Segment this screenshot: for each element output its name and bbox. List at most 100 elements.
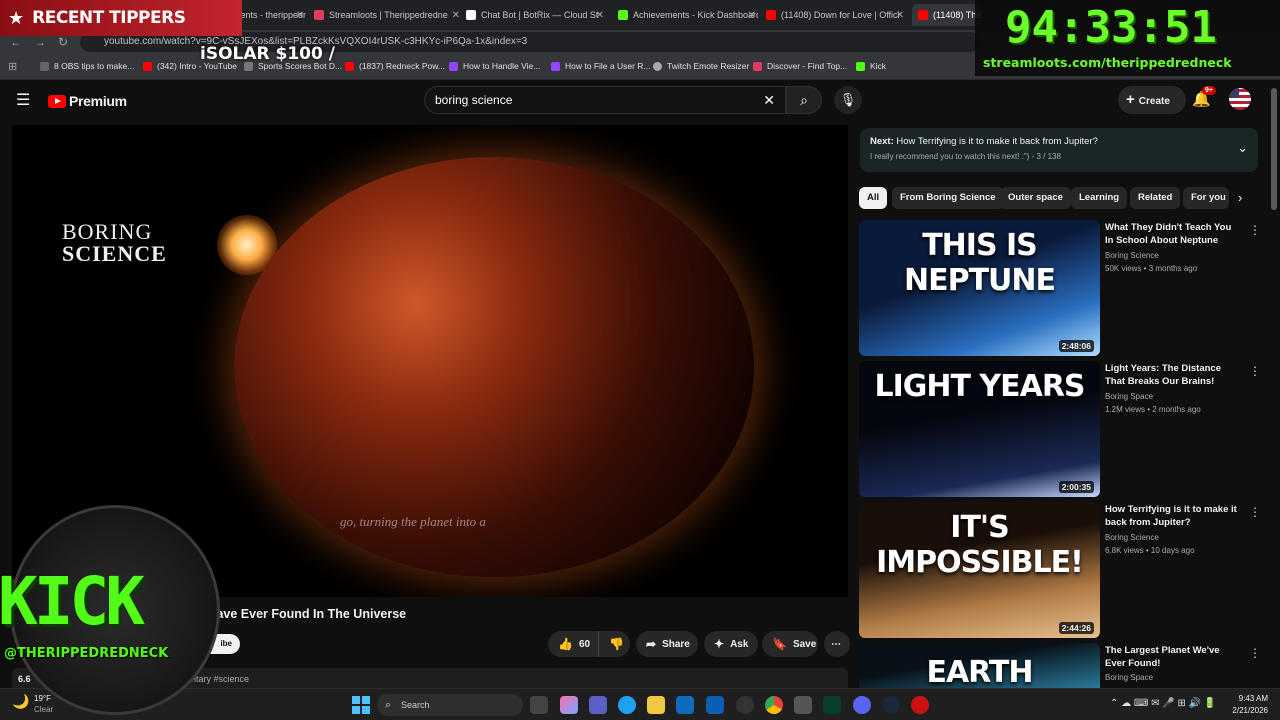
tab-streamloots[interactable]: Streamloots | Therippedredne ✕ xyxy=(314,4,462,26)
twitch-favicon xyxy=(551,61,560,71)
stream-deck-icon[interactable] xyxy=(823,696,841,714)
discord-icon[interactable] xyxy=(853,696,871,714)
bookmark-item[interactable]: How to File a User R... xyxy=(551,61,651,71)
video-title: lave Ever Found In The Universe xyxy=(213,607,407,621)
bookmark-label: Twitch Emote Resizer xyxy=(667,61,750,71)
voice-search-button[interactable]: 🎙 xyxy=(834,86,862,114)
tab-youtube-down-for-love[interactable]: (11408) Down for Love | Offici ✕ xyxy=(766,4,906,26)
duration-badge: 2:44:26 xyxy=(1058,622,1094,634)
teams-icon[interactable] xyxy=(589,696,607,714)
more-vertical-icon[interactable]: ⋮ xyxy=(1249,646,1261,660)
chevron-down-icon[interactable]: ⌄ xyxy=(1237,140,1248,156)
close-tab-icon[interactable]: ✕ xyxy=(896,10,904,21)
clear-search-icon[interactable]: ✕ xyxy=(763,87,775,113)
create-label: Create xyxy=(1138,96,1170,107)
chip-learning[interactable]: Learning xyxy=(1071,187,1128,209)
video-thumbnail[interactable]: EARTH xyxy=(859,643,1100,688)
bookmark-label: How to File a User R... xyxy=(565,61,651,71)
video-item-channel[interactable]: Boring Science xyxy=(1105,533,1159,542)
youtube-logo[interactable]: Premium xyxy=(48,93,127,109)
thumbs-down-icon: 👎 xyxy=(609,637,624,651)
chip-for-you[interactable]: For you xyxy=(1183,187,1229,209)
chip-all[interactable]: All xyxy=(859,187,888,209)
like-button[interactable]: 👍 60 xyxy=(548,631,598,657)
brand-line-1: BORING xyxy=(62,219,153,244)
bookmark-item[interactable]: Kick xyxy=(856,61,886,71)
tab-youtube-active[interactable]: (11408) The Most Bi xyxy=(912,4,982,26)
reload-icon[interactable]: ↻ xyxy=(58,35,68,49)
share-button[interactable]: ➦ Share xyxy=(636,631,698,657)
notifications-button[interactable]: 🔔 9+ xyxy=(1192,86,1216,108)
close-tab-icon[interactable]: ✕ xyxy=(452,10,460,21)
close-tab-icon[interactable]: ✕ xyxy=(296,10,304,21)
taskbar-search[interactable]: ⌕ Search xyxy=(377,694,523,716)
chip-from-boring-science[interactable]: From Boring Science xyxy=(892,187,1004,209)
video-thumbnail[interactable]: LIGHT YEARS 2:00:35 xyxy=(859,361,1100,497)
more-vertical-icon[interactable]: ⋮ xyxy=(1249,223,1261,237)
tab-botrix[interactable]: Chat Bot | BotRix — Cloud St ✕ xyxy=(466,4,606,26)
playlist-next-panel[interactable]: Next: How Terrifying is it to make it ba… xyxy=(860,128,1258,172)
forward-arrow-icon[interactable]: → xyxy=(34,35,46,49)
video-thumbnail[interactable]: IT'S IMPOSSIBLE! 2:44:26 xyxy=(859,502,1100,638)
scrollbar-thumb[interactable] xyxy=(1271,88,1277,210)
bookmark-item[interactable]: 8 OBS tips to make... xyxy=(40,61,134,71)
youtube-header: ☰ Premium boring science ✕ ⌕ 🎙 + Create 🔔… xyxy=(0,80,1280,120)
video-item-title[interactable]: Light Years: The Distance That Breaks Ou… xyxy=(1105,362,1239,388)
chrome-icon[interactable] xyxy=(765,696,783,714)
video-item-channel[interactable]: Boring Space xyxy=(1105,392,1153,401)
bookmark-item[interactable]: Twitch Emote Resizer xyxy=(653,61,749,71)
clock-time[interactable]: 9:43 AM xyxy=(1232,694,1268,703)
ask-button[interactable]: ✦ Ask xyxy=(704,631,758,657)
search-button[interactable]: ⌕ xyxy=(786,86,822,114)
more-vertical-icon[interactable]: ⋮ xyxy=(1249,364,1261,378)
outlook-icon[interactable] xyxy=(676,696,694,714)
kick-logo-text: KICK xyxy=(0,563,145,640)
clock-date[interactable]: 2/21/2026 xyxy=(1226,706,1268,715)
apps-grid-icon[interactable]: ⊞ xyxy=(8,60,17,73)
planet-image xyxy=(234,157,754,577)
obs-icon[interactable] xyxy=(736,696,754,714)
tab-label: Chat Bot | BotRix — Cloud St xyxy=(481,10,599,20)
next-label: Next: xyxy=(870,136,894,147)
windows-start-button[interactable] xyxy=(352,696,370,714)
store-icon[interactable] xyxy=(706,696,724,714)
back-arrow-icon[interactable]: ← xyxy=(10,35,22,49)
more-actions-button[interactable]: ⋯ xyxy=(824,631,850,657)
thumbs-up-icon: 👍 xyxy=(558,637,573,651)
youtube-favicon xyxy=(143,61,152,71)
bookmark-label: 8 OBS tips to make... xyxy=(54,61,135,71)
weather-icon: 🌙 xyxy=(12,693,30,709)
video-item-title[interactable]: The Largest Planet We've Ever Found! xyxy=(1105,644,1239,670)
video-item-channel[interactable]: Boring Space xyxy=(1105,673,1153,682)
create-button[interactable]: + Create xyxy=(1118,86,1186,114)
search-icon: ⌕ xyxy=(385,699,392,711)
save-button[interactable]: 🔖 Save xyxy=(762,631,818,657)
close-tab-icon[interactable]: ✕ xyxy=(748,10,756,21)
tab-kick-achievements[interactable]: Achievements - Kick Dashboard ✕ xyxy=(618,4,758,26)
steam-icon[interactable] xyxy=(882,696,900,714)
chip-related[interactable]: Related xyxy=(1130,187,1181,209)
chevron-right-icon[interactable]: › xyxy=(1238,190,1242,205)
edge-icon[interactable] xyxy=(618,696,636,714)
video-item-title[interactable]: How Terrifying is it to make it back fro… xyxy=(1105,503,1239,529)
system-tray-icons[interactable]: ⌃ ☁ ⌨ ✉ 🎤 ⊞ 🔊 🔋 xyxy=(1110,698,1216,709)
menu-icon[interactable]: ☰ xyxy=(16,90,30,110)
record-icon[interactable] xyxy=(911,696,929,714)
bookmark-item[interactable]: Discover - Find Top... xyxy=(753,61,847,71)
video-item-title[interactable]: What They Didn't Teach You In School Abo… xyxy=(1105,221,1239,247)
avatar[interactable] xyxy=(1229,88,1251,110)
more-vertical-icon[interactable]: ⋮ xyxy=(1249,505,1261,519)
close-tab-icon[interactable]: ✕ xyxy=(596,10,604,21)
video-item-channel[interactable]: Boring Science xyxy=(1105,251,1159,260)
bookmark-item[interactable]: How to Handle Vie... xyxy=(449,61,540,71)
search-input[interactable]: boring science ✕ xyxy=(424,86,786,114)
dislike-button[interactable]: 👎 xyxy=(598,631,630,657)
file-explorer-icon[interactable] xyxy=(647,696,665,714)
copilot-icon[interactable] xyxy=(560,696,578,714)
duration-badge: 2:00:35 xyxy=(1058,481,1094,493)
bookmark-item[interactable]: (1837) Redneck Pow... xyxy=(345,61,445,71)
chip-outer-space[interactable]: Outer space xyxy=(1000,187,1071,209)
app-icon[interactable] xyxy=(794,696,812,714)
task-view-icon[interactable] xyxy=(530,696,548,714)
video-thumbnail[interactable]: THIS IS NEPTUNE 2:48:06 xyxy=(859,220,1100,356)
